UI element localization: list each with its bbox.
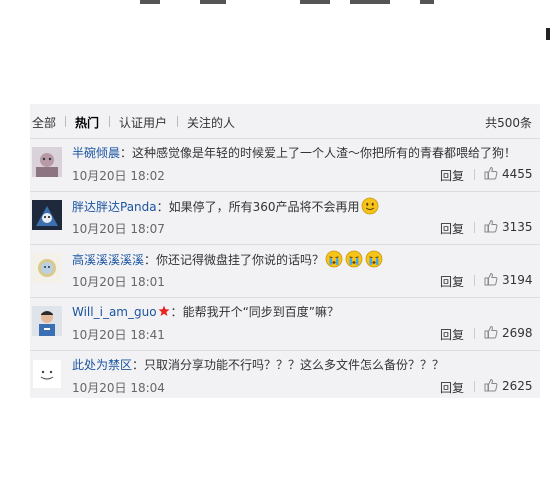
comment-timestamp: 10月20日 18:01 <box>72 275 165 289</box>
comment-separator: ： <box>170 305 183 319</box>
comment-username[interactable]: 胖达胖达Panda <box>72 200 157 214</box>
thumbs-up-icon <box>484 325 498 339</box>
reply-button[interactable]: 回复 <box>440 273 464 290</box>
comment-item: 高溪溪溪溪溪：你还记得微盘挂了你说的话吗？ 10月20日 18:01 回复 31… <box>30 244 540 297</box>
comment-timestamp: 10月20日 18:04 <box>72 381 165 395</box>
crying-emoticon-icon <box>325 250 343 268</box>
action-divider <box>474 381 475 392</box>
comment-separator: ： <box>144 253 157 267</box>
like-button[interactable]: 2625 <box>484 378 533 394</box>
reply-button[interactable]: 回复 <box>440 326 464 343</box>
tab-following[interactable]: 关注的人 <box>187 114 235 131</box>
thumbs-up-icon <box>484 272 498 286</box>
comment-text: 这种感觉像是年轻的时候爱上了一个人渣～你把所有的青春都喂给了狗！ <box>132 146 517 160</box>
comment-username[interactable]: 高溪溪溪溪溪 <box>72 253 144 267</box>
like-button[interactable]: 2698 <box>484 325 533 341</box>
like-button[interactable]: 4455 <box>484 166 533 182</box>
like-count: 2698 <box>502 326 533 340</box>
avatar[interactable] <box>32 253 62 283</box>
comment-total-count: 共500条 <box>485 116 532 130</box>
tab-divider <box>177 116 178 127</box>
tab-hot[interactable]: 热门 <box>75 114 99 131</box>
comment-item: 半碗倾晨：这种感觉像是年轻的时候爱上了一个人渣～你把所有的青春都喂给了狗！ 10… <box>30 138 540 191</box>
action-divider <box>474 169 475 180</box>
like-button[interactable]: 3135 <box>484 219 533 235</box>
action-divider <box>474 222 475 233</box>
vip-star-icon <box>158 305 170 317</box>
comment-timestamp: 10月20日 18:07 <box>72 222 165 236</box>
avatar[interactable] <box>32 359 62 389</box>
comment-username[interactable]: 此处为禁区 <box>72 358 132 372</box>
comment-timestamp: 10月20日 18:02 <box>72 169 165 183</box>
comment-username[interactable]: Will_i_am_guo <box>72 305 157 319</box>
like-count: 4455 <box>502 167 533 181</box>
cropped-edge-mark <box>546 28 550 40</box>
reply-button[interactable]: 回复 <box>440 379 464 396</box>
comment-item: Will_i_am_guo ：能帮我开个“同步到百度”嘛？ 10月20日 18:4… <box>30 297 540 350</box>
comments-panel: 全部 热门 认证用户 关注的人 共500条 半碗倾晨：这种感觉像是年轻的时候爱上… <box>30 104 540 398</box>
comment-text: 只取消分享功能不行吗？？？这么多文件怎么备份？？？ <box>144 358 445 372</box>
tab-all[interactable]: 全部 <box>32 114 56 131</box>
reply-button[interactable]: 回复 <box>440 167 464 184</box>
comment-item: 此处为禁区：只取消分享功能不行吗？？？这么多文件怎么备份？？？ 10月20日 1… <box>30 350 540 403</box>
comment-filter-tabs: 全部 热门 认证用户 关注的人 共500条 <box>30 104 540 138</box>
like-button[interactable]: 3194 <box>484 272 533 288</box>
like-count: 3194 <box>502 273 533 287</box>
avatar[interactable] <box>32 306 62 336</box>
tab-divider <box>109 116 110 127</box>
comment-text: 如果停了，所有360产品将不会再用 <box>168 200 360 214</box>
comment-text: 你还记得微盘挂了你说的话吗？ <box>156 253 325 267</box>
comment-text: 能帮我开个“同步到百度”嘛？ <box>182 305 339 319</box>
thumbs-up-icon <box>484 219 498 233</box>
tab-divider <box>65 116 66 127</box>
crying-emoticon-icon <box>345 250 363 268</box>
like-count: 2625 <box>502 379 533 393</box>
action-divider <box>474 275 475 286</box>
thumbs-up-icon <box>484 378 498 392</box>
tab-verified-users[interactable]: 认证用户 <box>119 114 167 131</box>
cropped-top-content <box>0 0 550 8</box>
reply-button[interactable]: 回复 <box>440 220 464 237</box>
smile-emoticon-icon <box>361 197 379 215</box>
avatar[interactable] <box>32 200 62 230</box>
action-divider <box>474 328 475 339</box>
avatar[interactable] <box>32 147 62 177</box>
comment-separator: ： <box>132 358 145 372</box>
comment-separator: ： <box>120 146 133 160</box>
like-count: 3135 <box>502 220 533 234</box>
comment-separator: ： <box>156 200 169 214</box>
comment-timestamp: 10月20日 18:41 <box>72 328 165 342</box>
crying-emoticon-icon <box>365 250 383 268</box>
thumbs-up-icon <box>484 166 498 180</box>
comment-item: 胖达胖达Panda：如果停了，所有360产品将不会再用 10月20日 18:07… <box>30 191 540 244</box>
comment-username[interactable]: 半碗倾晨 <box>72 146 120 160</box>
